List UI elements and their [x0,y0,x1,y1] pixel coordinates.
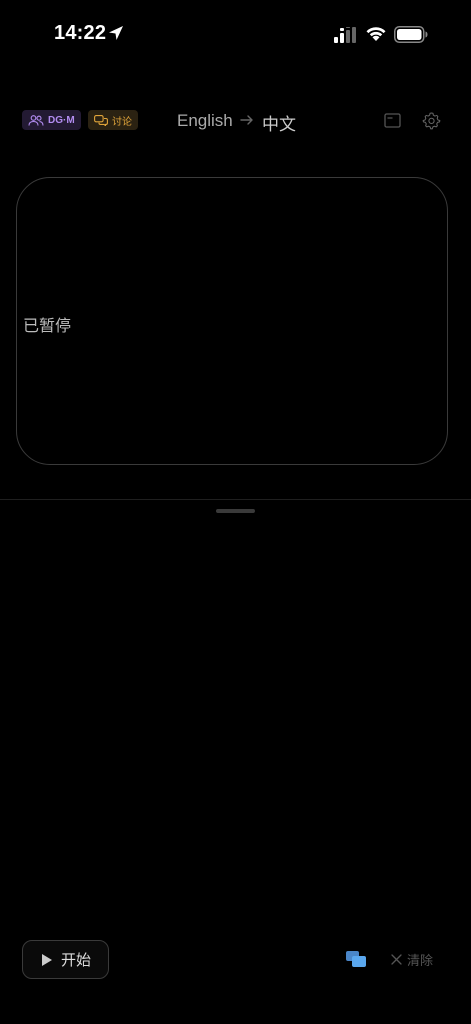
section-divider [0,499,471,500]
start-button-label: 开始 [61,952,92,969]
transcript-card: 已暂停 [16,177,448,465]
status-bar: 14:22 [0,0,471,70]
clear-button[interactable]: 清除 [391,950,433,968]
chat-bubbles-icon [94,114,108,126]
group-badge[interactable]: DG·M [22,110,81,130]
settings-icon[interactable] [422,111,441,130]
chat-bubbles-icon[interactable] [345,950,367,968]
clear-button-label: 清除 [407,952,434,968]
users-icon [28,114,44,126]
play-icon [42,953,52,966]
group-badge-label: DG·M [48,114,75,126]
window-icon[interactable] [384,112,401,129]
arrow-right-icon [240,115,253,125]
source-language[interactable]: English [177,111,233,131]
location-arrow-icon [109,26,123,40]
start-button[interactable]: 开始 [22,940,109,979]
status-time: 14:22 [54,22,107,44]
paused-status: 已暂停 [23,318,72,335]
battery-icon [394,26,428,43]
target-language[interactable]: 中文 [262,110,296,135]
wifi-icon [366,27,386,41]
translation-toolbar: DG·M 讨论 English 中文 [0,106,471,136]
discuss-badge[interactable]: 讨论 [88,110,138,130]
close-icon [391,953,402,965]
discuss-badge-label: 讨论 [112,116,132,128]
drag-handle[interactable] [216,509,255,513]
signal-icon [334,27,356,43]
